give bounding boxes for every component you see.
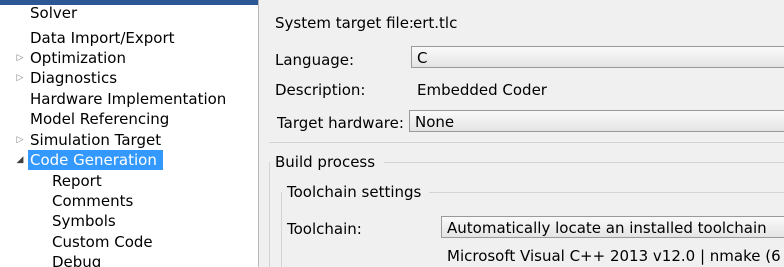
toolchain-dropdown-value: Automatically locate an installed toolch… [447, 219, 767, 237]
build-process-group-border [269, 162, 270, 267]
tree-item-debug[interactable]: Debug [50, 252, 103, 267]
tree-item-optimization[interactable]: ▷ Optimization [17, 48, 128, 68]
toolchain-label: Toolchain: [287, 220, 362, 238]
toolchain-detail-clip: Microsoft Visual C++ 2013 v12.0 | nmake … [447, 246, 784, 267]
tree-item-label: Code Generation [28, 150, 163, 170]
tree-item-label: Custom Code [52, 233, 153, 251]
target-hardware-dropdown[interactable]: None [409, 110, 784, 132]
settings-panel: System target file: ert.tlc Language: C … [259, 0, 784, 267]
tree-item-report[interactable]: Report [50, 171, 104, 191]
tree-item-label: Solver [30, 4, 78, 22]
target-hardware-label: Target hardware: [277, 114, 404, 132]
target-hardware-dropdown-value: None [415, 113, 455, 131]
expand-triangle-icon[interactable]: ▷ [14, 48, 26, 68]
build-process-group-line [384, 162, 784, 163]
tree-item-label: Debug [52, 253, 102, 267]
tree-item-simulation-target[interactable]: ▷ Simulation Target [17, 130, 163, 150]
configuration-tree[interactable]: Solver Data Import/Export ▷ Optimization… [0, 0, 259, 267]
system-target-file-value: ert.tlc [413, 14, 458, 32]
tree-item-label: Model Referencing [30, 110, 170, 128]
toolchain-detail-text: Microsoft Visual C++ 2013 v12.0 | nmake … [447, 247, 781, 265]
tree-item-model-referencing[interactable]: Model Referencing [28, 109, 171, 129]
build-process-divider [269, 142, 784, 143]
tree-item-diagnostics[interactable]: ▷ Diagnostics [17, 68, 119, 88]
language-label: Language: [275, 51, 355, 69]
tree-item-label: Report [52, 172, 102, 190]
tree-item-hardware-implementation[interactable]: Hardware Implementation [28, 89, 228, 109]
tree-item-label: Hardware Implementation [30, 90, 227, 108]
description-value: Embedded Coder [417, 81, 547, 99]
system-target-file-label: System target file: [275, 14, 414, 32]
toolchain-dropdown[interactable]: Automatically locate an installed toolch… [441, 216, 784, 238]
toolchain-settings-group-line [429, 192, 784, 193]
collapse-triangle-icon[interactable]: ◢ [14, 150, 26, 170]
toolchain-settings-group-border [281, 192, 282, 267]
tree-item-code-generation[interactable]: ◢ Code Generation [17, 150, 163, 170]
tree-item-solver[interactable]: Solver [28, 3, 79, 23]
tree-item-label: Diagnostics [30, 69, 118, 87]
tree-item-symbols[interactable]: Symbols [50, 211, 118, 231]
tree-item-comments[interactable]: Comments [50, 191, 135, 211]
tree-item-label: Symbols [52, 212, 116, 230]
build-process-title: Build process [275, 153, 376, 171]
tree-item-label: Comments [52, 192, 134, 210]
expand-triangle-icon[interactable]: ▷ [14, 130, 26, 150]
description-label: Description: [275, 81, 366, 99]
expand-triangle-icon[interactable]: ▷ [14, 68, 26, 88]
tree-item-data-import-export[interactable]: Data Import/Export [28, 28, 177, 48]
toolchain-settings-title: Toolchain settings [287, 183, 422, 201]
tree-item-label: Optimization [30, 49, 126, 67]
tree-item-label: Simulation Target [30, 131, 162, 149]
language-dropdown[interactable]: C [411, 46, 784, 68]
language-dropdown-value: C [417, 49, 428, 67]
tree-item-label: Data Import/Export [30, 29, 175, 47]
tree-item-custom-code[interactable]: Custom Code [50, 232, 155, 252]
